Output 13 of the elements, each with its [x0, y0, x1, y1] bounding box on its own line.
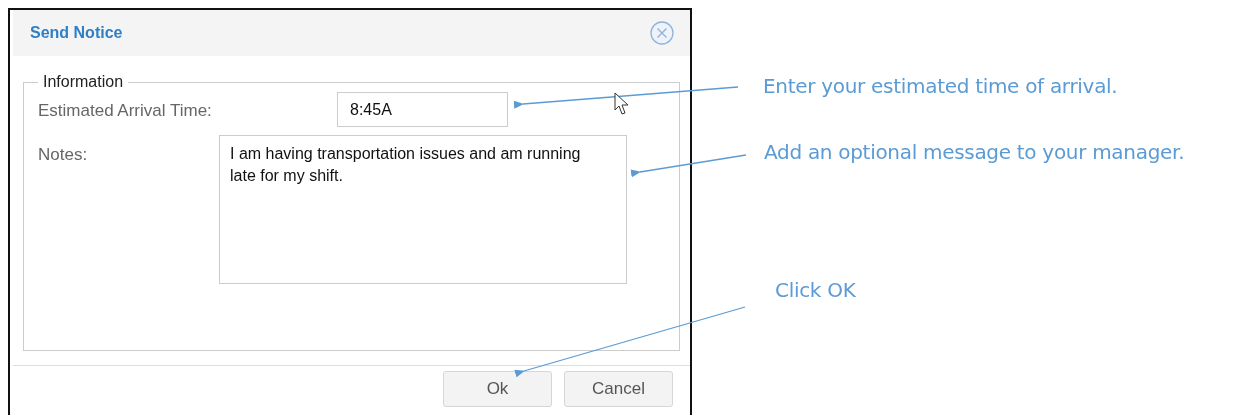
close-icon[interactable]	[650, 21, 674, 45]
dialog-title: Send Notice	[30, 24, 123, 42]
ok-button[interactable]: Ok	[443, 371, 552, 407]
callout-text: Add an optional message to your manager.	[764, 140, 1185, 164]
callout-text: Click OK	[775, 278, 856, 302]
cursor-icon	[614, 92, 629, 115]
field-label: Notes:	[38, 145, 88, 165]
section-legend: Information	[38, 73, 129, 91]
time-field[interactable]: 8:45A	[337, 92, 508, 127]
notes-field[interactable]: I am having transportation issues and am running late for my shift.	[219, 135, 627, 284]
callout-text: Enter your estimated time of arrival.	[763, 74, 1118, 98]
field-label: Estimated Arrival Time:	[38, 101, 212, 121]
cancel-button[interactable]: Cancel	[564, 371, 673, 407]
